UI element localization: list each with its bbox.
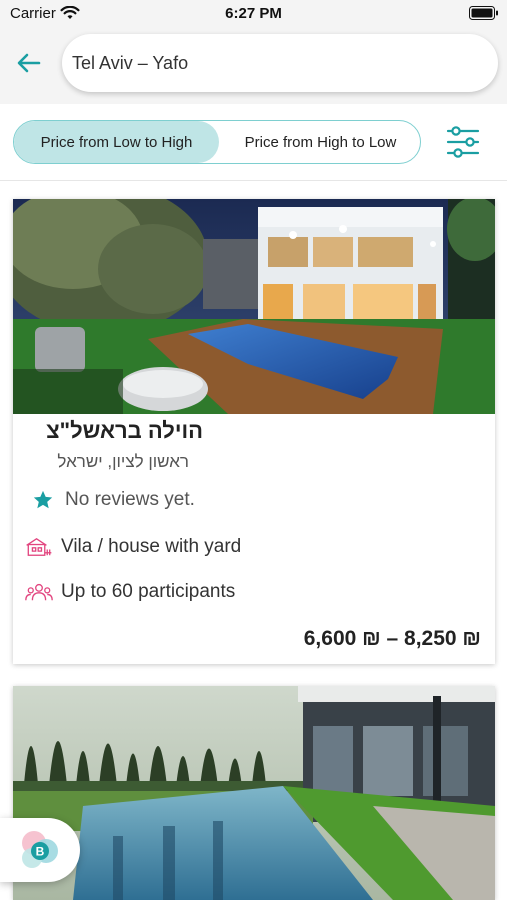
sort-low-to-high-button[interactable]: Price from Low to High [14,121,219,163]
venue-type-row: Vila / house with yard [25,534,241,560]
sliders-icon [446,126,480,158]
participants-text: Up to 60 participants [61,581,236,602]
venue-type-text: Vila / house with yard [61,536,242,557]
listing-title: הוילה בראשל"צ [46,418,203,443]
listing-card[interactable] [13,686,495,900]
bot-label: B [36,845,45,859]
search-input[interactable] [70,51,474,75]
battery-icon [469,6,499,25]
back-button[interactable] [14,48,44,78]
status-bar: Carrier 6:27 PM [0,0,507,26]
bot-icon: B [22,831,58,868]
search-field[interactable] [62,34,498,92]
chatbot-button[interactable]: B [0,818,80,882]
listing-photo [13,199,495,414]
filter-button[interactable] [444,124,482,160]
reviews-text: No reviews yet. [65,489,195,510]
sort-bar: Price from Low to High Price from High t… [0,104,507,181]
listing-card[interactable]: הוילה בראשל"צ ראשון לציון, ישראל No revi… [13,199,495,664]
sort-toggle: Price from Low to High Price from High t… [13,120,421,164]
star-icon [29,489,57,511]
sort-high-to-low-button[interactable]: Price from High to Low [219,121,420,163]
reviews-row: No reviews yet. [29,489,195,511]
people-icon [25,579,53,605]
search-header [0,26,507,105]
clock: 6:27 PM [225,5,282,22]
arrow-left-icon [17,53,41,73]
listing-location: ראשון לציון, ישראל [57,452,189,471]
listing-photo [13,686,495,900]
villa-icon [25,534,53,560]
price-range: 6,600 ₪ – 8,250 ₪ [303,627,481,650]
participants-row: Up to 60 participants [25,579,235,605]
